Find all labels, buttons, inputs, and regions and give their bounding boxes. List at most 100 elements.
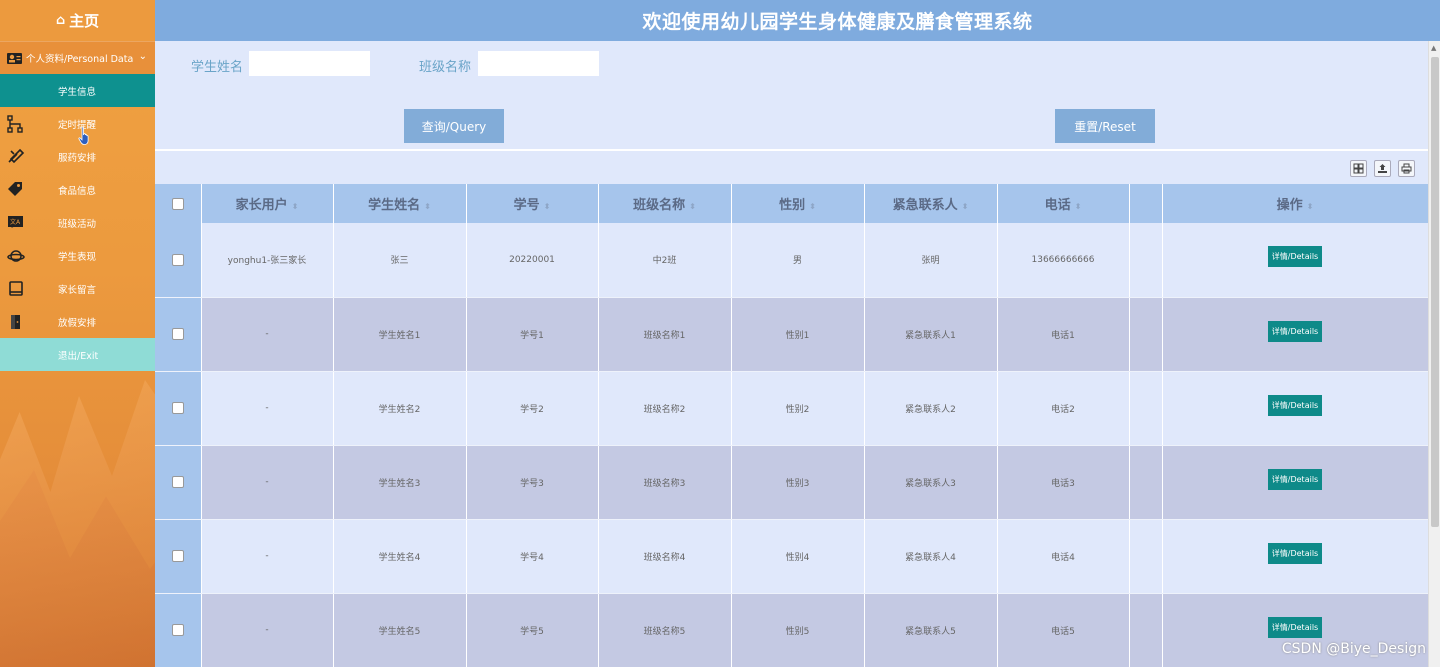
tools-icon xyxy=(7,148,25,166)
cell-class: 班级名称1 xyxy=(598,297,732,372)
scrollbar[interactable]: ▲ xyxy=(1428,41,1440,667)
cell-blank xyxy=(1129,223,1163,298)
scrollbar-thumb[interactable] xyxy=(1431,57,1439,527)
query-button[interactable]: 查询/Query xyxy=(404,109,504,143)
data-table: 家长用户 ⬍ 学生姓名 ⬍ 学号 ⬍ 班级名称 ⬍ 性别 ⬍ 紧急联系人 ⬍ 电话 ⬍ 操作 ⬍… xyxy=(155,184,1428,667)
scroll-up-icon[interactable]: ▲ xyxy=(1431,44,1436,52)
cell-name: 学生姓名5 xyxy=(333,593,467,667)
exit-button[interactable]: 退出/Exit xyxy=(0,338,155,371)
book-icon xyxy=(7,280,25,298)
row-checkbox[interactable] xyxy=(155,593,202,667)
home-link[interactable]: ⌂ 主页 xyxy=(0,0,155,41)
cell-class: 班级名称2 xyxy=(598,371,732,446)
cell-gender: 性别2 xyxy=(731,371,865,446)
sidebar-item-performance[interactable]: 学生表现 xyxy=(0,239,155,272)
cell-parent: - xyxy=(201,519,334,594)
cell-name: 学生姓名3 xyxy=(333,445,467,520)
column-header-gender[interactable]: 性别 ⬍ xyxy=(731,184,865,223)
table-row: - 学生姓名2 学号2 班级名称2 性别2 紧急联系人2 电话2 详情/Details xyxy=(155,371,1428,446)
cell-blank xyxy=(1129,593,1163,667)
cell-gender: 性别5 xyxy=(731,593,865,667)
grid-view-icon[interactable] xyxy=(1350,160,1367,177)
cell-phone: 电话1 xyxy=(997,297,1130,372)
details-button[interactable]: 详情/Details xyxy=(1267,616,1323,638)
cell-gender: 男 xyxy=(731,223,865,298)
column-header-blank xyxy=(1129,184,1163,223)
sidebar-item-activities[interactable]: 文A 班级活动 xyxy=(0,206,155,239)
column-header-student-name[interactable]: 学生姓名 ⬍ xyxy=(333,184,467,223)
watermark: CSDN @Biye_Design xyxy=(1281,641,1426,657)
table-row: - 学生姓名4 学号4 班级名称4 性别4 紧急联系人4 电话4 详情/Details xyxy=(155,519,1428,594)
cell-phone: 13666666666 xyxy=(997,223,1130,298)
row-checkbox[interactable] xyxy=(155,519,202,594)
page-title: 欢迎使用幼儿园学生身体健康及膳食管理系统 xyxy=(642,11,1033,33)
cell-actions: 详情/Details xyxy=(1162,223,1428,298)
table-row: - 学生姓名5 学号5 班级名称5 性别5 紧急联系人5 电话5 详情/Details xyxy=(155,593,1428,667)
student-name-input[interactable] xyxy=(249,51,370,76)
cell-class: 班级名称5 xyxy=(598,593,732,667)
language-icon: 文A xyxy=(7,214,25,232)
cell-id: 20220001 xyxy=(466,223,599,298)
reset-button[interactable]: 重置/Reset xyxy=(1055,109,1155,143)
table-row: - 学生姓名3 学号3 班级名称3 性别3 紧急联系人3 电话3 详情/Details xyxy=(155,445,1428,520)
sidebar-item-label: 学生表现 xyxy=(58,252,97,263)
details-button[interactable]: 详情/Details xyxy=(1267,246,1323,268)
row-checkbox[interactable] xyxy=(155,297,202,372)
cell-actions: 详情/Details xyxy=(1162,297,1428,372)
cell-phone: 电话2 xyxy=(997,371,1130,446)
cell-contact: 紧急联系人2 xyxy=(864,371,998,446)
cell-class: 班级名称4 xyxy=(598,519,732,594)
details-button[interactable]: 详情/Details xyxy=(1267,320,1323,342)
personal-data-menu[interactable]: 个人资料/Personal Data ⌄ xyxy=(0,41,155,74)
cell-contact: 紧急联系人4 xyxy=(864,519,998,594)
cell-contact: 紧急联系人3 xyxy=(864,445,998,520)
export-icon[interactable] xyxy=(1374,160,1391,177)
cell-contact: 紧急联系人1 xyxy=(864,297,998,372)
student-name-label: 学生姓名 xyxy=(191,60,244,75)
cell-phone: 电话3 xyxy=(997,445,1130,520)
cell-parent: - xyxy=(201,371,334,446)
cell-id: 学号2 xyxy=(466,371,599,446)
details-button[interactable]: 详情/Details xyxy=(1267,394,1323,416)
details-button[interactable]: 详情/Details xyxy=(1267,542,1323,564)
column-header-emergency-contact[interactable]: 紧急联系人 ⬍ xyxy=(864,184,998,223)
sidebar-item-label: 放假安排 xyxy=(58,318,97,329)
sidebar-item-label: 家长留言 xyxy=(58,285,97,296)
column-header-phone[interactable]: 电话 ⬍ xyxy=(997,184,1130,223)
cell-blank xyxy=(1129,297,1163,372)
sidebar-item-holidays[interactable]: 放假安排 xyxy=(0,305,155,338)
cell-id: 学号1 xyxy=(466,297,599,372)
tag-icon xyxy=(7,181,25,199)
column-header-student-id[interactable]: 学号 ⬍ xyxy=(466,184,599,223)
cell-contact: 张明 xyxy=(864,223,998,298)
row-checkbox[interactable] xyxy=(155,445,202,520)
hand-cursor-icon xyxy=(78,126,89,145)
class-name-input[interactable] xyxy=(478,51,599,76)
select-all-checkbox[interactable] xyxy=(155,184,202,223)
search-panel: 学生姓名 班级名称 查询/Query 重置/Reset xyxy=(155,41,1428,149)
table-row: - 学生姓名1 学号1 班级名称1 性别1 紧急联系人1 电话1 详情/Details xyxy=(155,297,1428,372)
cell-actions: 详情/Details xyxy=(1162,445,1428,520)
sidebar-item-messages[interactable]: 家长留言 xyxy=(0,272,155,305)
exit-label: 退出/Exit xyxy=(58,351,99,362)
print-icon[interactable] xyxy=(1398,160,1415,177)
column-header-class-name[interactable]: 班级名称 ⬍ xyxy=(598,184,732,223)
cell-parent: - xyxy=(201,297,334,372)
details-button[interactable]: 详情/Details xyxy=(1267,468,1323,490)
row-checkbox[interactable] xyxy=(155,223,202,298)
sidebar-item-label: 服药安排 xyxy=(58,153,97,164)
sidebar-item-student-info[interactable]: 学生信息 xyxy=(0,74,155,107)
cell-parent: yonghu1-张三家长 xyxy=(201,223,334,298)
cell-class: 中2班 xyxy=(598,223,732,298)
cell-gender: 性别3 xyxy=(731,445,865,520)
row-checkbox[interactable] xyxy=(155,371,202,446)
cell-name: 张三 xyxy=(333,223,467,298)
cell-gender: 性别1 xyxy=(731,297,865,372)
cell-actions: 详情/Details xyxy=(1162,371,1428,446)
cell-phone: 电话4 xyxy=(997,519,1130,594)
sidebar-item-food[interactable]: 食品信息 xyxy=(0,173,155,206)
sidebar: ⌂ 主页 个人资料/Personal Data ⌄ 学生信息 定时提醒 服药安排… xyxy=(0,0,155,667)
column-header-parent[interactable]: 家长用户 ⬍ xyxy=(201,184,334,223)
cell-name: 学生姓名1 xyxy=(333,297,467,372)
table-row: yonghu1-张三家长 张三 20220001 中2班男张明 13666666666 详… xyxy=(155,223,1428,298)
